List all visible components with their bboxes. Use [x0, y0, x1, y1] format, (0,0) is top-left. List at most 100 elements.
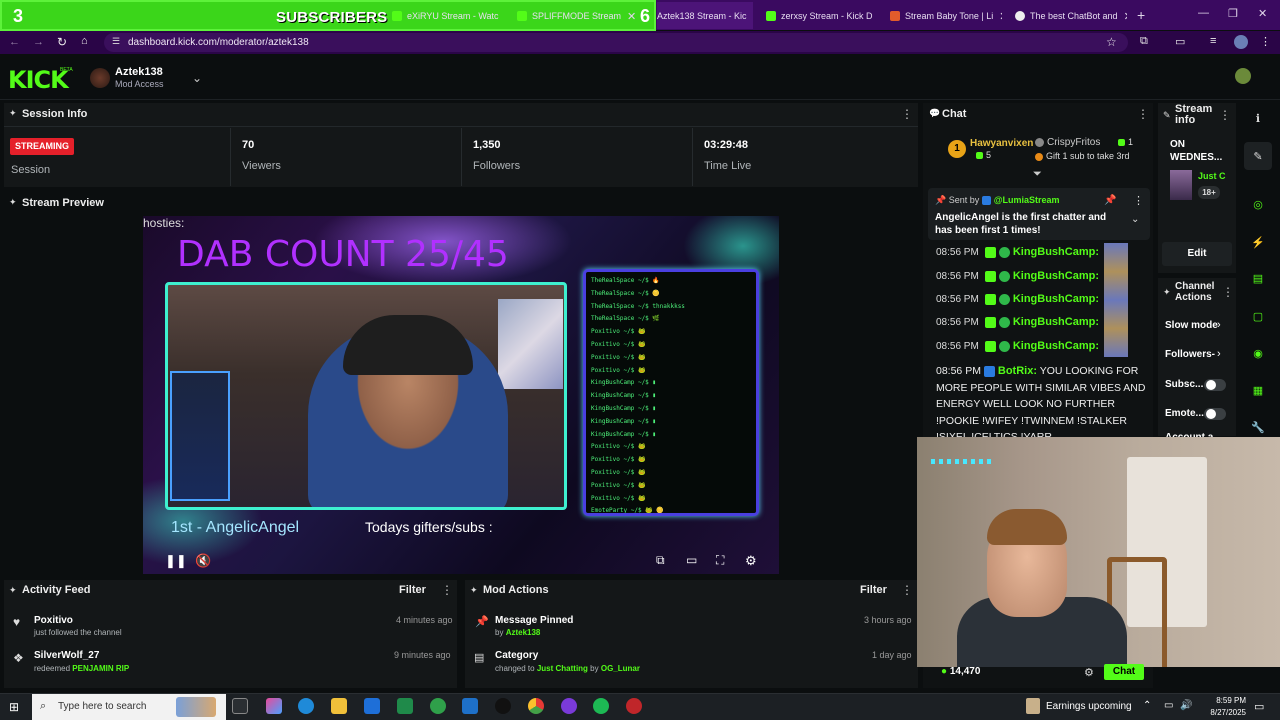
send-chat-button[interactable]: Chat — [1104, 664, 1144, 680]
chevron-right-icon[interactable]: › — [1217, 348, 1221, 360]
excel-icon[interactable] — [397, 698, 413, 714]
chat-menu-icon[interactable]: ⋮ — [1137, 107, 1149, 121]
category-name[interactable]: Just C — [1198, 171, 1226, 181]
pinned-by-user[interactable]: @LumiaStream — [994, 195, 1060, 205]
mod-filter-button[interactable]: Filter — [860, 584, 887, 596]
stream-info-menu-icon[interactable]: ⋮ — [1219, 108, 1231, 122]
new-tab-icon[interactable]: + — [1137, 7, 1145, 23]
chat-message[interactable]: 08:56 PM KingBushCamp: — [936, 270, 1099, 282]
lightning-icon[interactable]: ⚡ — [1244, 228, 1272, 256]
system-tray-up-icon[interactable]: ⌃ — [1143, 700, 1151, 711]
picture-in-picture-icon[interactable]: ⧉ — [656, 553, 665, 568]
xbox-icon[interactable] — [430, 698, 446, 714]
notifications-icon[interactable]: ▭ — [1254, 700, 1264, 713]
home-icon[interactable]: ⌂ — [81, 35, 88, 47]
chat-message[interactable]: 08:56 PM KingBushCamp: — [936, 246, 1099, 258]
user-avatar[interactable] — [1235, 68, 1251, 84]
detail-user[interactable]: OG_Lunar — [601, 664, 640, 673]
message-user[interactable]: KingBushCamp: — [1013, 340, 1099, 352]
detail-category[interactable]: Just Chatting — [537, 664, 588, 673]
reload-icon[interactable]: ↻ — [57, 35, 67, 49]
windows-start-icon[interactable]: ⊞ — [9, 700, 19, 714]
reading-list-icon[interactable]: ≡ — [1210, 35, 1216, 47]
pinned-menu-icon[interactable]: ⋮ — [1133, 194, 1144, 207]
address-bar[interactable]: dashboard.kick.com/moderator/aztek138 — [104, 33, 1128, 52]
message-user[interactable]: KingBushCamp: — [1013, 246, 1099, 258]
restore-icon[interactable]: ❐ — [1228, 7, 1238, 20]
profile-avatar[interactable] — [1234, 35, 1248, 49]
broadcast-icon[interactable]: ◉ — [1244, 339, 1272, 367]
chat-settings-icon[interactable]: ⚙ — [1084, 666, 1094, 679]
spotify-icon[interactable] — [593, 698, 609, 714]
close-window-icon[interactable]: ✕ — [1258, 7, 1267, 20]
leader-name[interactable]: CrispyFritos — [1035, 137, 1100, 148]
chat-message[interactable]: 08:56 PM KingBushCamp: — [936, 340, 1099, 352]
message-user[interactable]: KingBushCamp: — [1013, 316, 1099, 328]
mute-icon[interactable]: 🔇 — [195, 553, 211, 569]
kick-logo[interactable]: KICK — [8, 66, 69, 94]
chat-message[interactable]: 08:56 PM KingBushCamp: — [936, 293, 1099, 305]
chat-bubble-icon[interactable]: ▢ — [1244, 302, 1272, 330]
detail-user[interactable]: Aztek138 — [506, 628, 541, 637]
mod-menu-icon[interactable]: ⋮ — [901, 583, 913, 597]
activity-user[interactable]: SilverWolf_27 — [34, 650, 99, 661]
channel-name[interactable]: Aztek138 — [115, 66, 163, 78]
file-explorer-icon[interactable] — [331, 698, 347, 714]
session-menu-icon[interactable]: ⋮ — [901, 107, 913, 121]
network-icon[interactable]: ▭ — [1164, 700, 1173, 711]
document-icon[interactable]: ▤ — [1244, 264, 1272, 292]
close-tab-icon[interactable]: ✕ — [1124, 10, 1127, 23]
obs-icon[interactable] — [561, 698, 577, 714]
store-icon[interactable] — [364, 698, 380, 714]
copilot-icon[interactable] — [266, 698, 282, 714]
settings-gear-icon[interactable]: ⚙ — [745, 553, 757, 569]
browser-tab[interactable]: zerxsy Stream - Kick D✕ — [766, 5, 876, 27]
browser-tab[interactable]: Stream Baby Tone | Li ✕ — [890, 5, 1002, 27]
fullscreen-icon[interactable]: ⛶ — [716, 553, 724, 568]
browser-tab[interactable]: The best ChatBot and ✕ — [1015, 5, 1127, 27]
edit-stream-info-button[interactable]: Edit — [1162, 242, 1232, 266]
emote-toggle[interactable] — [1204, 408, 1226, 420]
bot-message[interactable]: 08:56 PM BotRix: YOU LOOKING FOR MORE PE… — [936, 363, 1146, 437]
channel-avatar[interactable] — [90, 68, 110, 88]
message-user[interactable]: KingBushCamp: — [1013, 293, 1099, 305]
bookmark-star-icon[interactable]: ☆ — [1106, 35, 1117, 49]
minimize-icon[interactable]: — — [1198, 7, 1209, 19]
earnings-widget[interactable]: Earnings upcoming — [1046, 701, 1132, 712]
info-icon[interactable]: ℹ — [1244, 104, 1272, 132]
theater-mode-icon[interactable]: ▭ — [686, 553, 697, 567]
forward-icon[interactable]: → — [33, 36, 44, 48]
browser-menu-icon[interactable]: ⋮ — [1260, 35, 1271, 48]
activity-user[interactable]: Poxitivo — [34, 615, 73, 626]
chevron-right-icon[interactable]: › — [1217, 319, 1221, 331]
tiktok-icon[interactable] — [495, 698, 511, 714]
close-tab-icon[interactable]: ✕ — [627, 10, 636, 23]
browser-tab[interactable]: SPLIFFMODE Stream ✕ — [517, 5, 637, 27]
outlook-icon[interactable] — [462, 698, 478, 714]
activity-filter-button[interactable]: Filter — [399, 584, 426, 596]
subscribers-toggle[interactable] — [1204, 379, 1226, 391]
back-icon[interactable]: ← — [9, 36, 20, 48]
chat-message[interactable]: 08:56 PM KingBushCamp: — [936, 316, 1099, 328]
layout-icon[interactable]: ▦ — [1244, 376, 1272, 404]
app-icon[interactable] — [626, 698, 642, 714]
activity-menu-icon[interactable]: ⋮ — [441, 583, 453, 597]
message-user[interactable]: KingBushCamp: — [1013, 270, 1099, 282]
followers-mode-item[interactable]: Followers- — [1165, 349, 1215, 360]
chevron-down-icon[interactable]: ⌄ — [192, 71, 202, 85]
leader-name[interactable]: Hawyanvixen — [970, 138, 1033, 149]
edge-icon[interactable] — [298, 698, 314, 714]
volume-icon[interactable]: 🔊 — [1180, 700, 1192, 711]
pin-icon[interactable]: 📌 — [1104, 195, 1116, 206]
stream-video[interactable]: hosties: DAB COUNT 25/45 TheRealSpace ~/… — [143, 216, 779, 574]
close-tab-icon[interactable]: ✕ — [999, 10, 1002, 23]
edit-pencil-icon[interactable]: ✎ — [1244, 142, 1272, 170]
browser-tab-active[interactable]: Aztek138 Stream - Kic✕ — [657, 2, 753, 29]
site-info-icon[interactable]: ☰ — [112, 36, 120, 47]
expand-leaderboard-icon[interactable]: ⏷ — [1033, 168, 1042, 181]
browser-tab[interactable]: eXiRYU Stream - Watc — [392, 5, 507, 27]
target-icon[interactable]: ◎ — [1244, 190, 1272, 218]
clock-time[interactable]: 8:59 PM — [1206, 696, 1246, 705]
task-view-icon[interactable] — [232, 698, 248, 714]
split-view-icon[interactable]: ▭ — [1175, 35, 1185, 48]
